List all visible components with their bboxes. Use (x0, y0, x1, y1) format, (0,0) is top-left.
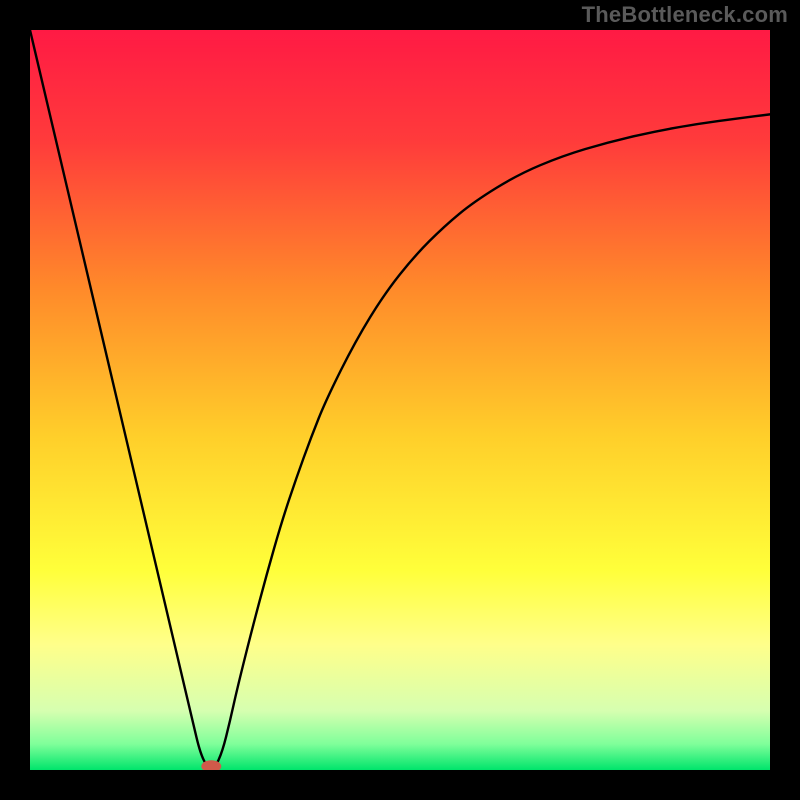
bottleneck-plot (30, 30, 770, 770)
gradient-background (30, 30, 770, 770)
chart-frame: TheBottleneck.com (0, 0, 800, 800)
attribution-label: TheBottleneck.com (582, 2, 788, 28)
plot-area (30, 30, 770, 770)
